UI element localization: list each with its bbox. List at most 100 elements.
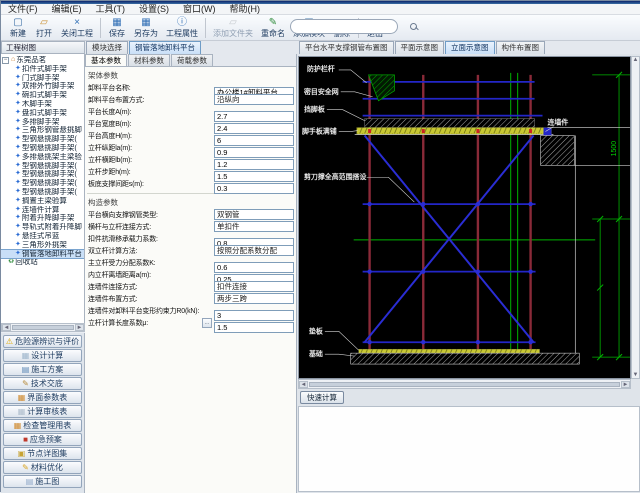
dropdown-field[interactable]: 扣件连接 [214, 281, 294, 292]
scroll-left-icon[interactable]: ◄ [299, 381, 308, 388]
module-tab-0[interactable]: 模块选择 [86, 41, 128, 54]
tree-item-label: 多排悬挑架主梁验 [22, 153, 82, 162]
scroll-left-icon[interactable]: ◄ [2, 324, 11, 331]
module-node-icon: ✦ [15, 126, 21, 135]
tree-item[interactable]: ✦型钢悬挑脚手架( [1, 170, 84, 179]
tree-item-label: 扣件式脚手架 [22, 65, 67, 74]
button-construction-plan[interactable]: ▤施工方案 [3, 363, 82, 376]
button-warning[interactable]: ⚠危险源辨识与评价 [3, 335, 82, 348]
toolbar-save-button[interactable]: ▦保存 [104, 17, 130, 38]
dropdown-field[interactable]: 沿纵向 [214, 94, 294, 105]
cad-vertical-scrollbar[interactable]: ▲ ▼ [631, 56, 640, 379]
tree-item-label: 型钢悬挑脚手架( [22, 135, 77, 144]
button-emergency-plan[interactable]: ■应急预案 [3, 433, 82, 446]
toolbar-separator [205, 18, 206, 38]
menu-item-2[interactable]: 工具(T) [89, 4, 133, 15]
tree-item-label: 型钢悬挑脚手架( [22, 144, 77, 153]
field-text [214, 317, 294, 328]
menu-item-0[interactable]: 文件(F) [1, 4, 45, 15]
recycle-bin-label: 回收站 [15, 258, 38, 267]
tree-item[interactable]: ✦型钢悬挑脚手架( [1, 162, 84, 171]
tree-item[interactable]: ✦钢管落地卸料平台 [1, 250, 84, 259]
tree-item[interactable]: ✦三角形外挑架 [1, 241, 84, 250]
scroll-thumb[interactable] [12, 325, 74, 330]
tree-item[interactable]: ✦附着升降脚手架 [1, 214, 84, 223]
button-tech-disclosure[interactable]: ✎技术交底 [3, 377, 82, 390]
cad-view-tab-0[interactable]: 平台水平支撑钢管布置图 [299, 41, 394, 54]
cad-view-tab-2[interactable]: 立面示意图 [445, 41, 495, 54]
cad-annotation: 防护栏杆 [307, 64, 335, 73]
button-calc-audit-table[interactable]: ▦计算审核表 [3, 405, 82, 418]
scroll-right-icon[interactable]: ► [621, 381, 630, 388]
toolbar-project-properties-button[interactable]: ⓘ工程属性 [162, 17, 202, 38]
tree-item[interactable]: ✦型钢悬挑脚手架( [1, 188, 84, 197]
scroll-right-icon[interactable]: ► [75, 324, 84, 331]
tree-item[interactable]: ✦扣件式脚手架 [1, 65, 84, 74]
tree-item[interactable]: ✦多排脚手架 [1, 118, 84, 127]
tree-item[interactable]: ✦型钢悬挑脚手架( [1, 179, 84, 188]
toolbar-rename-button[interactable]: ✎重命名 [257, 17, 289, 38]
button-node-detail[interactable]: ▣节点详图集 [3, 447, 82, 460]
dropdown-field[interactable]: 按照分配系数分配 [214, 245, 294, 256]
scroll-up-icon[interactable]: ▲ [633, 57, 639, 63]
cad-view-tab-3[interactable]: 构件布置图 [496, 41, 546, 54]
cad-view-tab-1[interactable]: 平面示意图 [395, 41, 445, 54]
module-tab-1[interactable]: 钢管落地卸料平台 [129, 41, 201, 54]
cad-canvas[interactable]: 防护栏杆密目安全网挡脚板脚手板满铺连墙件剪刀撑全高范围搭设垫板基础 1500 [298, 56, 631, 379]
panel-tab-row: 工程树图 模块选择钢管落地卸料平台 平台水平支撑钢管布置图平面示意图立面示意图构… [1, 41, 640, 54]
text-field[interactable] [214, 183, 294, 194]
cad-dimension-1500: 1500 [611, 141, 618, 157]
tree-horizontal-scrollbar[interactable]: ◄ ► [1, 323, 85, 332]
tree-item[interactable]: ✦三角形钢管悬挑脚 [1, 126, 84, 135]
text-field[interactable] [214, 322, 294, 333]
tree-item[interactable]: ✦型钢悬挑脚手架( [1, 135, 84, 144]
tree-item[interactable]: ✦连墙件计算 [1, 206, 84, 215]
dropdown-field[interactable]: 双钢管 [214, 209, 294, 220]
module-node-icon: ✦ [15, 206, 21, 215]
menu-item-1[interactable]: 编辑(E) [45, 4, 89, 15]
button-construction-drawing[interactable]: ▤施工图 [3, 475, 82, 488]
menu-item-3[interactable]: 设置(S) [132, 4, 176, 15]
group-title: 构造参数 [85, 195, 296, 209]
toolbar-close-project-button[interactable]: ×关闭工程 [57, 17, 97, 38]
tree-item[interactable]: ✦搁置主梁验算 [1, 197, 84, 206]
button-ui-parameter-table[interactable]: ▦界面参数表 [3, 391, 82, 404]
module-node-icon: ✦ [15, 153, 21, 162]
module-node-icon: ✦ [15, 232, 21, 241]
search-input[interactable] [291, 21, 409, 33]
tree-item[interactable]: ✦碗扣式脚手架 [1, 91, 84, 100]
tree-expander-icon[interactable]: − [2, 57, 9, 64]
tree-item[interactable]: ✦盘扣式脚手架 [1, 109, 84, 118]
toolbar-new-document-button[interactable]: ▢新建 [5, 17, 31, 38]
field-label: 双立杆计算方法: [88, 246, 137, 256]
toolbar-save-as-button[interactable]: ▦另存为 [130, 17, 162, 38]
menu-item-5[interactable]: 帮助(H) [223, 4, 268, 15]
scroll-thumb[interactable] [309, 382, 620, 387]
scroll-down-icon[interactable]: ▼ [633, 372, 639, 378]
tree-item[interactable]: ✦型钢悬挑脚手架( [1, 144, 84, 153]
quick-calc-button[interactable]: 快速计算 [300, 391, 344, 404]
tree-item[interactable]: ✦双排外竹脚手架 [1, 82, 84, 91]
button-check-table[interactable]: ▦检查管理用表 [3, 419, 82, 432]
tree-item[interactable]: ✦门式脚手架 [1, 74, 84, 83]
dropdown-field[interactable]: 两步三跨 [214, 293, 294, 304]
menu-item-4[interactable]: 窗口(W) [176, 4, 223, 15]
parameter-tab-1[interactable]: 材料参数 [128, 54, 170, 66]
field-label: 平台宽度B(m): [88, 119, 131, 129]
button-material-optimize[interactable]: ✎材料优化 [3, 461, 82, 474]
tree-item[interactable]: ✦导轨式附着升降脚 [1, 223, 84, 232]
tree-root-node[interactable]: −⌂东莞品茗 [1, 56, 84, 65]
field-helper-button[interactable]: ... [202, 318, 212, 328]
tree-item[interactable]: ✦悬挂式吊篮 [1, 232, 84, 241]
button-label: 技术交底 [31, 378, 63, 389]
parameter-tab-0[interactable]: 基本参数 [85, 54, 127, 66]
toolbar-open-folder-button[interactable]: ▱打开 [31, 17, 57, 38]
tree-item[interactable]: ✦木脚手架 [1, 100, 84, 109]
dropdown-field[interactable]: 单扣件 [214, 221, 294, 232]
tree-item[interactable]: ✦多排悬挑架主梁验 [1, 153, 84, 162]
add-folder-icon: ▱ [229, 18, 237, 29]
button-design-calc[interactable]: ▦设计计算 [3, 349, 82, 362]
cad-horizontal-scrollbar[interactable]: ◄ ► [298, 379, 631, 389]
parameter-tab-2[interactable]: 荷载参数 [171, 54, 213, 66]
tree-recycle-bin[interactable]: ♻回收站 [1, 258, 84, 267]
